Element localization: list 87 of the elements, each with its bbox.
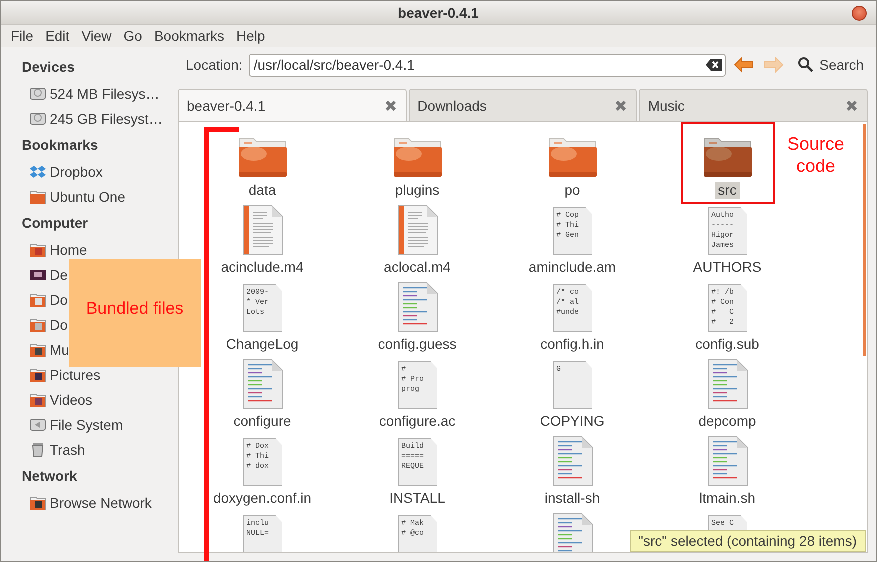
tab[interactable]: Downloads	[408, 89, 638, 121]
file-name[interactable]: COPYING	[537, 413, 608, 430]
close-icon[interactable]	[846, 100, 858, 112]
menu-item[interactable]: Help	[230, 28, 272, 44]
location-label: Location:	[186, 57, 243, 73]
scrollbar[interactable]	[863, 124, 866, 356]
document-icon	[398, 205, 438, 255]
home-folder-icon	[30, 242, 46, 258]
file-name[interactable]: config.h.in	[538, 336, 608, 353]
file-name[interactable]: src	[715, 182, 740, 199]
status-tooltip: "src" selected (containing 28 items)	[630, 530, 866, 552]
document-folder-icon	[30, 292, 46, 308]
script-file-icon	[398, 282, 438, 332]
script-file-icon	[708, 359, 748, 409]
file-name[interactable]: plugins	[392, 182, 443, 199]
drive-icon	[30, 86, 46, 102]
tab[interactable]: beaver-0.4.1	[178, 89, 407, 121]
sidebar-heading: Devices	[21, 58, 76, 77]
sidebar-heading: Computer	[21, 214, 90, 233]
sidebar-item[interactable]: De	[50, 266, 68, 282]
menu-item[interactable]: Edit	[40, 28, 76, 44]
trash-icon	[30, 442, 46, 458]
sidebar-item[interactable]: File System	[50, 416, 124, 432]
script-file-icon	[708, 436, 748, 486]
menu-item[interactable]: Go	[118, 28, 148, 44]
drive-icon	[30, 110, 46, 126]
sidebar-item[interactable]: Trash	[50, 442, 86, 458]
clear-icon[interactable]	[706, 58, 722, 70]
sidebar-item[interactable]: Browse Network	[50, 494, 152, 510]
folder-icon	[702, 136, 752, 178]
annotation-text: Source code	[786, 133, 846, 177]
sidebar-heading: Bookmarks	[21, 136, 100, 155]
file-name[interactable]: ltmain.sh	[696, 490, 759, 507]
drive-icon	[30, 416, 46, 432]
location-field[interactable]: /usr/local/src/beaver-0.4.1	[248, 54, 726, 76]
sidebar-item[interactable]: Ubuntu One	[50, 188, 126, 204]
file-name[interactable]: aminclude.am	[526, 259, 620, 276]
sidebar-item[interactable]: Mu	[50, 342, 70, 358]
sidebar-item[interactable]: Dropbox	[50, 164, 103, 180]
close-icon[interactable]	[615, 100, 628, 112]
folder-icon	[392, 136, 442, 178]
download-folder-icon	[30, 316, 46, 332]
file-name[interactable]: config.sub	[692, 336, 762, 353]
sidebar-item[interactable]: Do	[50, 292, 68, 308]
folder-icon	[548, 136, 598, 178]
file-name[interactable]: depcomp	[696, 413, 760, 430]
file-name[interactable]: ChangeLog	[223, 336, 302, 353]
script-file-icon	[552, 513, 592, 552]
music-folder-icon	[30, 342, 46, 358]
box-icon	[30, 164, 46, 180]
sidebar-item[interactable]: Home	[50, 242, 88, 258]
document-icon	[242, 205, 282, 255]
window-title: beaver-0.4.1	[398, 4, 479, 20]
annotation-text: Bundled files	[86, 299, 184, 320]
menu-item[interactable]: View	[76, 28, 118, 44]
file-name[interactable]: INSTALL	[386, 490, 448, 507]
sidebar-item[interactable]: Pictures	[50, 366, 101, 382]
file-name[interactable]: configure	[230, 413, 294, 430]
file-name[interactable]: config.guess	[375, 336, 460, 353]
sidebar-item[interactable]: Do	[50, 316, 68, 332]
picture-folder-icon	[30, 366, 46, 382]
file-name[interactable]: po	[562, 182, 584, 199]
file-name[interactable]: doxygen.conf.in	[210, 490, 315, 507]
sidebar-item[interactable]: Videos	[50, 392, 93, 408]
script-file-icon	[242, 359, 282, 409]
sidebar-item[interactable]: 245 GB Filesyst…	[50, 110, 163, 126]
film-folder-icon	[30, 392, 46, 408]
close-button[interactable]	[852, 6, 867, 21]
menu-item[interactable]: File	[5, 28, 40, 44]
back-button[interactable]	[732, 57, 756, 73]
file-name[interactable]: configure.ac	[376, 413, 459, 430]
search-button[interactable]: Search	[792, 57, 868, 73]
sidebar-heading: Network	[21, 467, 78, 486]
network-folder-icon	[30, 494, 46, 510]
tab[interactable]: Music	[639, 89, 868, 121]
search-icon	[798, 57, 814, 73]
file-name[interactable]: aclocal.m4	[381, 259, 454, 276]
menu-item[interactable]: Bookmarks	[148, 28, 230, 44]
folder-icon	[238, 136, 288, 178]
script-file-icon	[552, 436, 592, 486]
file-name[interactable]: AUTHORS	[690, 259, 765, 276]
file-name[interactable]: data	[246, 182, 280, 199]
file-name[interactable]: acinclude.m4	[218, 259, 307, 276]
close-icon[interactable]	[384, 100, 397, 112]
folder-icon	[30, 188, 46, 204]
sidebar-item[interactable]: 524 MB Filesys…	[50, 86, 160, 102]
file-name[interactable]: install-sh	[542, 490, 604, 507]
